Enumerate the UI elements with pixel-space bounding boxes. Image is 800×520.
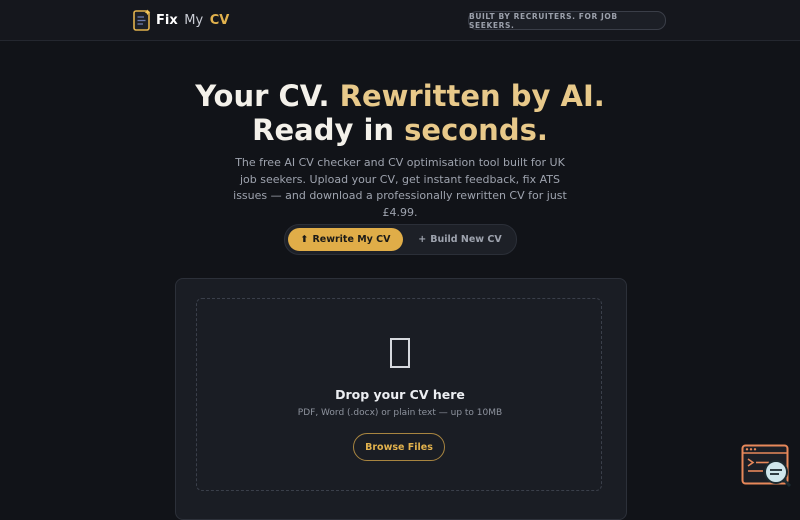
dropzone-hint: PDF, Word (.docx) or plain text — up to … <box>297 408 503 418</box>
brand-my: My <box>184 12 204 28</box>
hero-text-gold: Rewritten by AI. <box>339 79 605 113</box>
hero-subtitle: The free AI CV checker and CV optimisati… <box>233 156 567 219</box>
brand-logo-link[interactable]: Fix My CV <box>133 9 229 31</box>
build-new-cv-label: Build New CV <box>430 234 502 245</box>
build-new-cv-tab[interactable]: + Build New CV <box>407 228 513 251</box>
rewrite-cv-tab[interactable]: ⬆ Rewrite My CV <box>288 228 403 251</box>
upload-arrow-icon: ⬆ <box>300 234 309 245</box>
file-icon <box>390 338 410 368</box>
brand-fix: Fix <box>156 12 178 28</box>
dropzone-title: Drop your CV here <box>335 387 465 402</box>
chat-support-icon[interactable] <box>741 444 793 490</box>
rewrite-cv-label: Rewrite My CV <box>312 234 391 245</box>
brand-name: Fix My CV <box>156 13 229 28</box>
hero-text-white: Ready in <box>252 113 405 147</box>
hero-headline-line1: Your CV. Rewritten by AI. <box>0 79 800 113</box>
hero-headline-line2: Ready in seconds. <box>0 113 800 147</box>
plus-icon: + <box>418 234 427 245</box>
hero-text-white: Your CV. <box>195 79 330 113</box>
tagline-badge: BUILT BY RECRUITERS. FOR JOB SEEKERS. <box>468 11 666 30</box>
browse-files-button[interactable]: Browse Files <box>353 433 445 461</box>
brand-cv: CV <box>209 12 230 28</box>
top-navbar: Fix My CV BUILT BY RECRUITERS. FOR JOB S… <box>0 0 800 41</box>
document-logo-icon <box>133 9 151 31</box>
mode-toggle: ⬆ Rewrite My CV + Build New CV <box>284 224 517 255</box>
hero-text-gold: seconds. <box>404 113 548 147</box>
